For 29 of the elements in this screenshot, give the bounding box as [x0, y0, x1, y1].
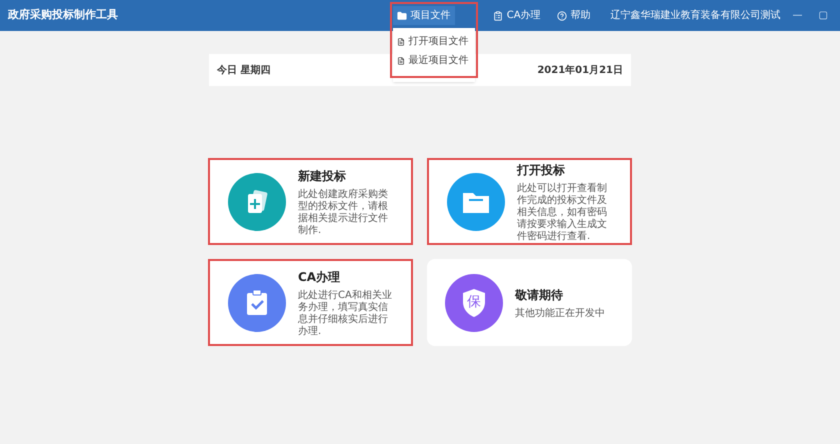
- feature-card[interactable]: 保 敬请期待 其他功能正在开发中: [427, 259, 632, 346]
- card-title: 敬请期待: [515, 286, 564, 304]
- menu-item[interactable]: 项目文件: [392, 6, 455, 25]
- file-icon: [396, 56, 405, 64]
- card-description: 其他功能正在开发中: [515, 308, 605, 320]
- card-title: 新建投标: [298, 168, 347, 184]
- file-icon: [396, 38, 405, 46]
- window-control[interactable]: ▢: [814, 8, 832, 23]
- card-title: 打开投标: [517, 162, 566, 178]
- window-control[interactable]: —: [788, 8, 807, 23]
- card-title: CA办理: [298, 268, 342, 286]
- feature-card[interactable]: 新建投标 此处创建政府采购类型的投标文件，请根据相关提示进行文件制作.: [208, 158, 413, 245]
- date-label: 2021年01月21日: [537, 64, 623, 78]
- dropdown-item[interactable]: 打开项目文件: [392, 32, 475, 51]
- feature-card[interactable]: CA办理 此处进行CA和相关业务办理，填写真实信息并仔细核实后进行办理.: [208, 259, 413, 346]
- card-description: 此处进行CA和相关业务办理，填写真实信息并仔细核实后进行办理.: [298, 290, 393, 338]
- help-icon: [556, 10, 567, 20]
- dropdown-item[interactable]: 最近项目文件: [392, 51, 475, 70]
- shield-glyph: 保: [466, 293, 482, 312]
- user-name: 辽宁鑫华瑞建业教育装备有限公司测试: [610, 8, 781, 23]
- today-label: 今日 星期四: [217, 64, 270, 78]
- folder-icon: [396, 10, 407, 20]
- window-title: 政府采购投标制作工具: [8, 7, 118, 24]
- clipboard-icon: [492, 10, 503, 20]
- menu-item[interactable]: 帮助: [552, 6, 595, 25]
- card-description: 此处可以打开查看制作完成的投标文件及相关信息，如有密码请按要求输入生成文件密码进行查看.: [517, 182, 608, 242]
- feature-card[interactable]: 打开投标 此处可以打开查看制作完成的投标文件及相关信息，如有密码请按要求输入生成文件密码进行查看.: [427, 158, 632, 245]
- card-description: 此处创建政府采购类型的投标文件，请根据相关提示进行文件制作.: [298, 188, 389, 236]
- menu-item[interactable]: CA办理: [488, 6, 545, 25]
